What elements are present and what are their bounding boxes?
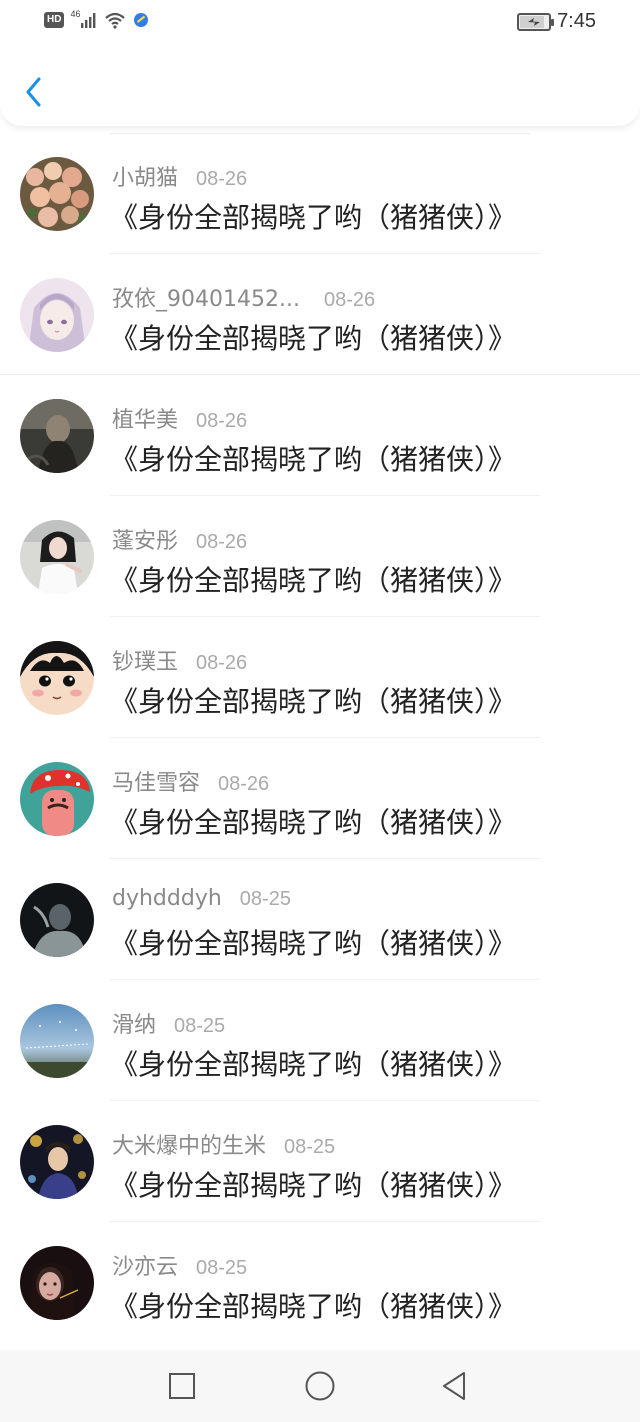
- system-back-button[interactable]: [434, 1368, 474, 1404]
- message-text: 《身份全部揭晓了哟（猪猪侠）》: [110, 1290, 517, 1323]
- home-button[interactable]: [300, 1368, 340, 1404]
- list-item[interactable]: 马佳雪容 08-26 《身份全部揭晓了哟（猪猪侠）》: [0, 738, 640, 859]
- row-header: dyhdddyh 08-25: [112, 886, 291, 911]
- chevron-left-icon: [26, 77, 41, 107]
- user-name[interactable]: 孜依_90401452...: [112, 281, 300, 313]
- row-header: 钞璞玉 08-26: [112, 644, 247, 676]
- app-notification-icon: [134, 13, 149, 27]
- list-item[interactable]: 滑纳 08-25 《身份全部揭晓了哟（猪猪侠）》: [0, 980, 640, 1101]
- back-button[interactable]: [14, 70, 54, 114]
- avatar-image: [20, 399, 94, 473]
- message-text: 《身份全部揭晓了哟（猪猪侠）》: [110, 564, 517, 597]
- avatar-image: [20, 157, 94, 231]
- battery-charging-icon: [517, 12, 555, 31]
- avatar-image: [20, 883, 94, 957]
- row-header: 植华美 08-26: [112, 402, 247, 434]
- avatar[interactable]: [20, 278, 94, 352]
- user-name[interactable]: 大米爆中的生米: [112, 1128, 266, 1160]
- list-item[interactable]: 小胡猫 08-26 《身份全部揭晓了哟（猪猪侠）》: [0, 133, 640, 254]
- avatar[interactable]: [20, 1246, 94, 1320]
- back-triangle-icon: [443, 1372, 465, 1400]
- post-date: 08-26: [196, 168, 248, 190]
- message-text: 《身份全部揭晓了哟（猪猪侠）》: [110, 201, 517, 234]
- avatar-image: [20, 641, 94, 715]
- status-left: HD 46: [44, 9, 150, 29]
- post-date: 08-25: [239, 888, 291, 910]
- avatar-image: [20, 1125, 94, 1199]
- avatar[interactable]: [20, 520, 94, 594]
- user-name[interactable]: 钞璞玉: [112, 644, 178, 676]
- status-bar: HD 46 7:45: [0, 0, 640, 44]
- message-text: 《身份全部揭晓了哟（猪猪侠）》: [110, 685, 517, 718]
- message-text: 《身份全部揭晓了哟（猪猪侠）》: [110, 1048, 517, 1081]
- user-name[interactable]: 马佳雪容: [112, 765, 200, 797]
- home-icon: [305, 1371, 335, 1401]
- row-header: 马佳雪容 08-26: [112, 765, 269, 797]
- avatar-image: [20, 278, 94, 352]
- status-right: 7:45: [517, 10, 596, 33]
- user-name[interactable]: 植华美: [112, 402, 178, 434]
- message-text: 《身份全部揭晓了哟（猪猪侠）》: [110, 322, 517, 355]
- post-date: 08-25: [196, 1257, 248, 1279]
- list-item[interactable]: 蓬安彤 08-26 《身份全部揭晓了哟（猪猪侠）》: [0, 496, 640, 617]
- list-item[interactable]: 大米爆中的生米 08-25 《身份全部揭晓了哟（猪猪侠）》: [0, 1101, 640, 1222]
- recent-apps-button[interactable]: [162, 1368, 202, 1404]
- avatar[interactable]: [20, 762, 94, 836]
- row-header: 蓬安彤 08-26: [112, 523, 247, 555]
- row-header: 孜依_90401452... 08-26: [112, 281, 375, 313]
- user-name[interactable]: 小胡猫: [112, 160, 178, 192]
- user-name[interactable]: 蓬安彤: [112, 523, 178, 555]
- user-name[interactable]: 滑纳: [112, 1007, 156, 1039]
- post-date: 08-25: [284, 1136, 336, 1158]
- signal-icon: [81, 13, 96, 28]
- avatar[interactable]: [20, 641, 94, 715]
- row-header: 滑纳 08-25: [112, 1007, 225, 1039]
- hd-badge: HD: [44, 12, 65, 28]
- list-item[interactable]: 沙亦云 08-25 《身份全部揭晓了哟（猪猪侠）》: [0, 1222, 640, 1343]
- charging-bolt-icon: [528, 17, 541, 26]
- avatar[interactable]: [20, 157, 94, 231]
- list-item[interactable]: 钞璞玉 08-26 《身份全部揭晓了哟（猪猪侠）》: [0, 617, 640, 738]
- avatar[interactable]: [20, 399, 94, 473]
- clock: 7:45: [557, 10, 596, 32]
- wifi-icon: [105, 12, 126, 29]
- avatar-image: [20, 1246, 94, 1320]
- message-text: 《身份全部揭晓了哟（猪猪侠）》: [110, 1169, 517, 1202]
- recent-apps-icon: [169, 1373, 195, 1399]
- list-item[interactable]: 植华美 08-26 《身份全部揭晓了哟（猪猪侠）》: [0, 375, 640, 496]
- avatar[interactable]: [20, 883, 94, 957]
- post-date: 08-26: [218, 773, 270, 795]
- post-date: 08-25: [174, 1015, 226, 1037]
- post-date: 08-26: [196, 652, 248, 674]
- avatar-image: [20, 762, 94, 836]
- avatar-image: [20, 520, 94, 594]
- user-name[interactable]: dyhdddyh: [112, 886, 222, 911]
- avatar-image: [20, 1004, 94, 1078]
- network-type: 46: [70, 9, 81, 19]
- avatar[interactable]: [20, 1125, 94, 1199]
- row-header: 沙亦云 08-25: [112, 1249, 247, 1281]
- list-item[interactable]: 孜依_90401452... 08-26 《身份全部揭晓了哟（猪猪侠）》: [0, 254, 640, 375]
- message-text: 《身份全部揭晓了哟（猪猪侠）》: [110, 806, 517, 839]
- avatar[interactable]: [20, 1004, 94, 1078]
- user-name[interactable]: 沙亦云: [112, 1249, 178, 1281]
- row-header: 大米爆中的生米 08-25: [112, 1128, 335, 1160]
- row-header: 小胡猫 08-26: [112, 160, 247, 192]
- list-item[interactable]: dyhdddyh 08-25 《身份全部揭晓了哟（猪猪侠）》: [0, 859, 640, 980]
- post-date: 08-26: [323, 289, 376, 311]
- message-text: 《身份全部揭晓了哟（猪猪侠）》: [110, 927, 517, 960]
- post-date: 08-26: [196, 410, 248, 432]
- message-text: 《身份全部揭晓了哟（猪猪侠）》: [110, 443, 517, 476]
- post-date: 08-26: [196, 531, 248, 553]
- system-nav-bar: [0, 1350, 640, 1422]
